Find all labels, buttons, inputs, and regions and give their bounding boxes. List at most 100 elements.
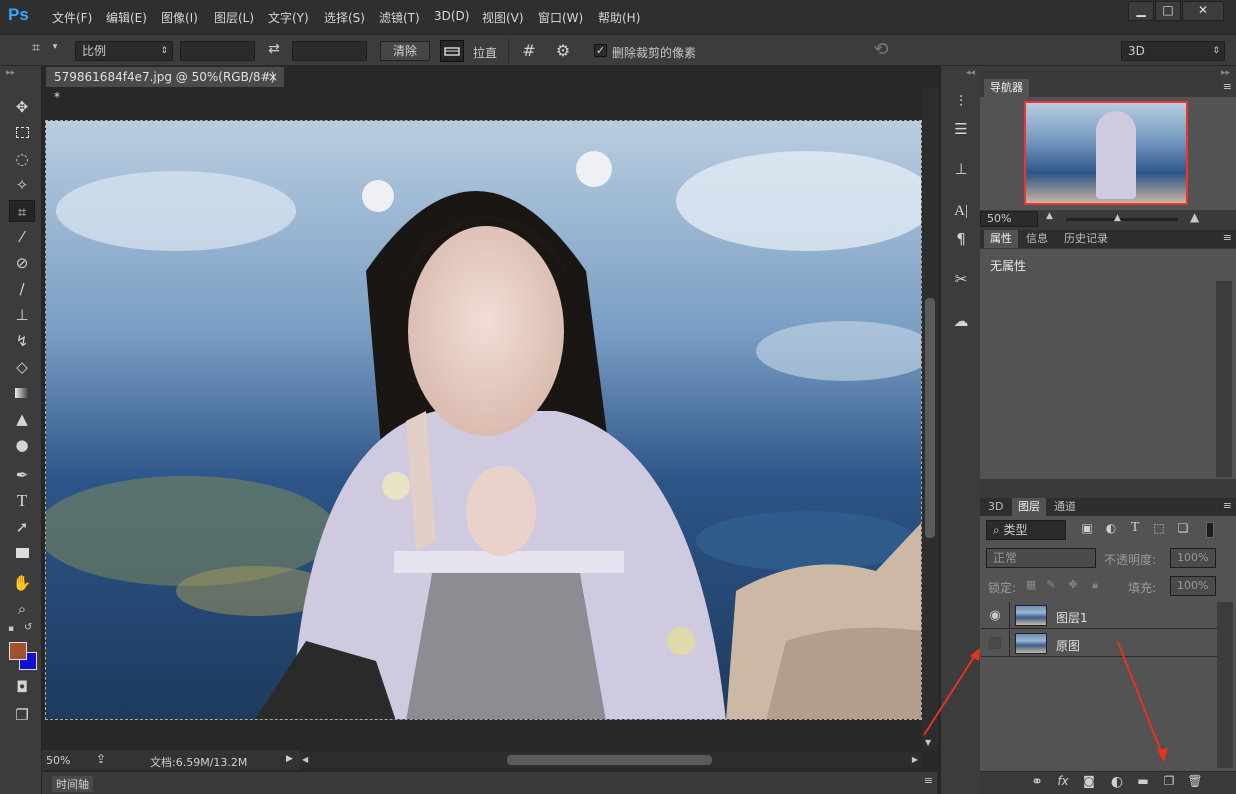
lock-position-icon[interactable]: ✥ [1066, 578, 1080, 591]
menu-image[interactable]: 图像(I) [161, 9, 198, 26]
layer-row[interactable]: ◉ 图层1 [981, 602, 1217, 629]
image-canvas[interactable] [45, 120, 922, 720]
close-window-button[interactable]: ✕ [1182, 1, 1224, 21]
horizontal-scrollbar[interactable]: ◀ ▶ [300, 752, 922, 768]
gear-icon[interactable]: ⚙ [552, 41, 574, 60]
magic-wand-icon[interactable]: ✧ [9, 174, 35, 196]
collapse-arrows-icon[interactable]: ▸▸ [1221, 68, 1230, 78]
zoom-tool-icon[interactable]: ⌕ [9, 598, 35, 620]
link-layers-icon[interactable]: ⚭ [1028, 774, 1046, 790]
tab-3d[interactable]: 3D [982, 498, 1009, 516]
path-select-icon[interactable]: ➚ [9, 516, 35, 538]
filter-type-icon[interactable]: T [1126, 520, 1144, 536]
vertical-scrollbar[interactable]: ▼ [922, 88, 938, 750]
eye-icon[interactable]: ◉ [987, 608, 1003, 623]
clear-button[interactable]: 清除 [380, 41, 430, 61]
screen-mode-icon[interactable]: ❐ [9, 704, 35, 726]
filter-toggle[interactable] [1206, 522, 1214, 538]
dodge-tool-icon[interactable]: ● [9, 434, 35, 456]
cloud-libraries-icon[interactable]: ☁ [949, 310, 973, 332]
brush-tool-icon[interactable]: ∕ [9, 278, 35, 300]
eyedropper-icon[interactable]: ⁄ [9, 226, 35, 248]
menu-window[interactable]: 窗口(W) [538, 9, 583, 26]
layer-row[interactable]: 原图 [981, 630, 1217, 657]
straighten-icon[interactable] [440, 40, 464, 62]
tab-layers[interactable]: 图层 [1012, 498, 1046, 516]
layer-name[interactable]: 原图 [1056, 637, 1080, 654]
lock-transparent-icon[interactable]: ▦ [1024, 578, 1038, 591]
menu-select[interactable]: 选择(S) [324, 9, 365, 26]
navigator-preview[interactable] [1024, 101, 1188, 205]
blur-tool-icon[interactable]: ▲ [9, 408, 35, 430]
zoom-slider-handle[interactable]: ▲ [1114, 213, 1121, 223]
width-input[interactable] [180, 41, 255, 61]
crop-tool-icon[interactable]: ⌗ [9, 200, 35, 222]
swap-icon[interactable]: ⇄ [264, 41, 284, 57]
straighten-label[interactable]: 拉直 [473, 44, 497, 61]
clone-source-icon[interactable]: ⊥ [949, 158, 973, 180]
gradient-tool-icon[interactable] [9, 382, 35, 404]
export-icon[interactable]: ⇪ [96, 752, 106, 766]
tab-navigator[interactable]: 导航器 [984, 79, 1029, 97]
pen-tool-icon[interactable]: ✒ [9, 464, 35, 486]
workspace-select[interactable]: 3D ⇕ [1121, 41, 1225, 61]
layers-scrollbar[interactable] [1217, 602, 1233, 768]
stamp-tool-icon[interactable]: ⊥ [9, 304, 35, 326]
type-tool-icon[interactable]: T [9, 490, 35, 512]
panel-menu-icon[interactable]: ≡ [1223, 80, 1232, 93]
swap-colors-icon[interactable]: ↺ [24, 622, 32, 633]
document-tab[interactable]: 579861684f4e7.jpg @ 50%(RGB/8#) * × [46, 67, 284, 104]
tab-info[interactable]: 信息 [1020, 230, 1054, 248]
new-layer-icon[interactable]: ❐ [1160, 774, 1178, 788]
overlay-grid-icon[interactable]: # [518, 41, 540, 60]
timeline-tab[interactable]: 时间轴 [52, 776, 93, 792]
filter-shape-icon[interactable]: ⬚ [1150, 521, 1168, 535]
minimize-button[interactable]: ▁ [1128, 1, 1154, 21]
menu-file[interactable]: 文件(F) [52, 9, 92, 26]
panel-menu-icon[interactable]: ≡ [924, 774, 933, 787]
default-colors-icon[interactable]: ▪ [8, 624, 14, 634]
paragraph-panel-icon[interactable]: ¶ [949, 228, 973, 250]
layer-name[interactable]: 图层1 [1056, 609, 1088, 626]
navigator-zoom-input[interactable]: 50% [980, 211, 1038, 227]
adjustment-layer-icon[interactable]: ◐ [1108, 774, 1126, 790]
vertical-scroll-thumb[interactable] [925, 298, 935, 538]
lasso-tool-icon[interactable]: ◌ [9, 148, 35, 170]
delete-cropped-checkbox[interactable]: ✓ [594, 44, 607, 57]
fill-input[interactable]: 100% [1170, 576, 1216, 596]
collapse-arrows-icon[interactable]: ◂◂ [966, 68, 975, 78]
status-menu-icon[interactable]: ▶ [286, 754, 293, 764]
crop-tool-icon[interactable]: ⌗ [26, 40, 46, 56]
blend-mode-select[interactable]: 正常 [986, 548, 1096, 568]
brush-presets-icon[interactable]: ⫶ [949, 90, 973, 112]
delete-layer-icon[interactable]: 🗑︎ [1186, 774, 1204, 788]
properties-scrollbar[interactable] [1216, 281, 1232, 477]
marquee-tool-icon[interactable] [9, 122, 35, 144]
quick-mask-icon[interactable]: ◘ [9, 676, 35, 698]
zoom-out-icon[interactable]: ▲ [1046, 211, 1053, 221]
tab-properties[interactable]: 属性 [984, 230, 1018, 248]
menu-layer[interactable]: 图层(L) [214, 9, 254, 26]
hand-tool-icon[interactable]: ✋ [9, 572, 35, 594]
tab-history[interactable]: 历史记录 [1058, 230, 1114, 248]
move-tool-icon[interactable]: ✥ [9, 96, 35, 118]
zoom-slider-track[interactable] [1066, 218, 1178, 221]
panel-menu-icon[interactable]: ≡ [1223, 499, 1232, 512]
collapse-arrows-icon[interactable]: ▸▸ [6, 68, 15, 78]
adjustments-icon[interactable]: ☰ [949, 118, 973, 140]
opacity-input[interactable]: 100% [1170, 548, 1216, 568]
tab-channels[interactable]: 通道 [1048, 498, 1082, 516]
height-input[interactable] [292, 41, 367, 61]
lock-all-icon[interactable]: 🔒︎ [1088, 578, 1102, 592]
horizontal-scroll-thumb[interactable] [507, 755, 712, 765]
close-tab-icon[interactable]: × [268, 67, 278, 87]
reset-icon[interactable]: ⟲ [870, 39, 892, 60]
layer-filter-select[interactable]: ⌕ 类型 [986, 520, 1066, 540]
zoom-in-icon[interactable]: ▲ [1190, 210, 1199, 224]
menu-type[interactable]: 文字(Y) [268, 9, 309, 26]
menu-edit[interactable]: 编辑(E) [106, 9, 147, 26]
eraser-icon[interactable]: ◇ [9, 356, 35, 378]
filter-pixel-icon[interactable]: ▣ [1078, 521, 1096, 535]
menu-view[interactable]: 视图(V) [482, 9, 524, 26]
maximize-button[interactable]: □ [1155, 1, 1181, 21]
